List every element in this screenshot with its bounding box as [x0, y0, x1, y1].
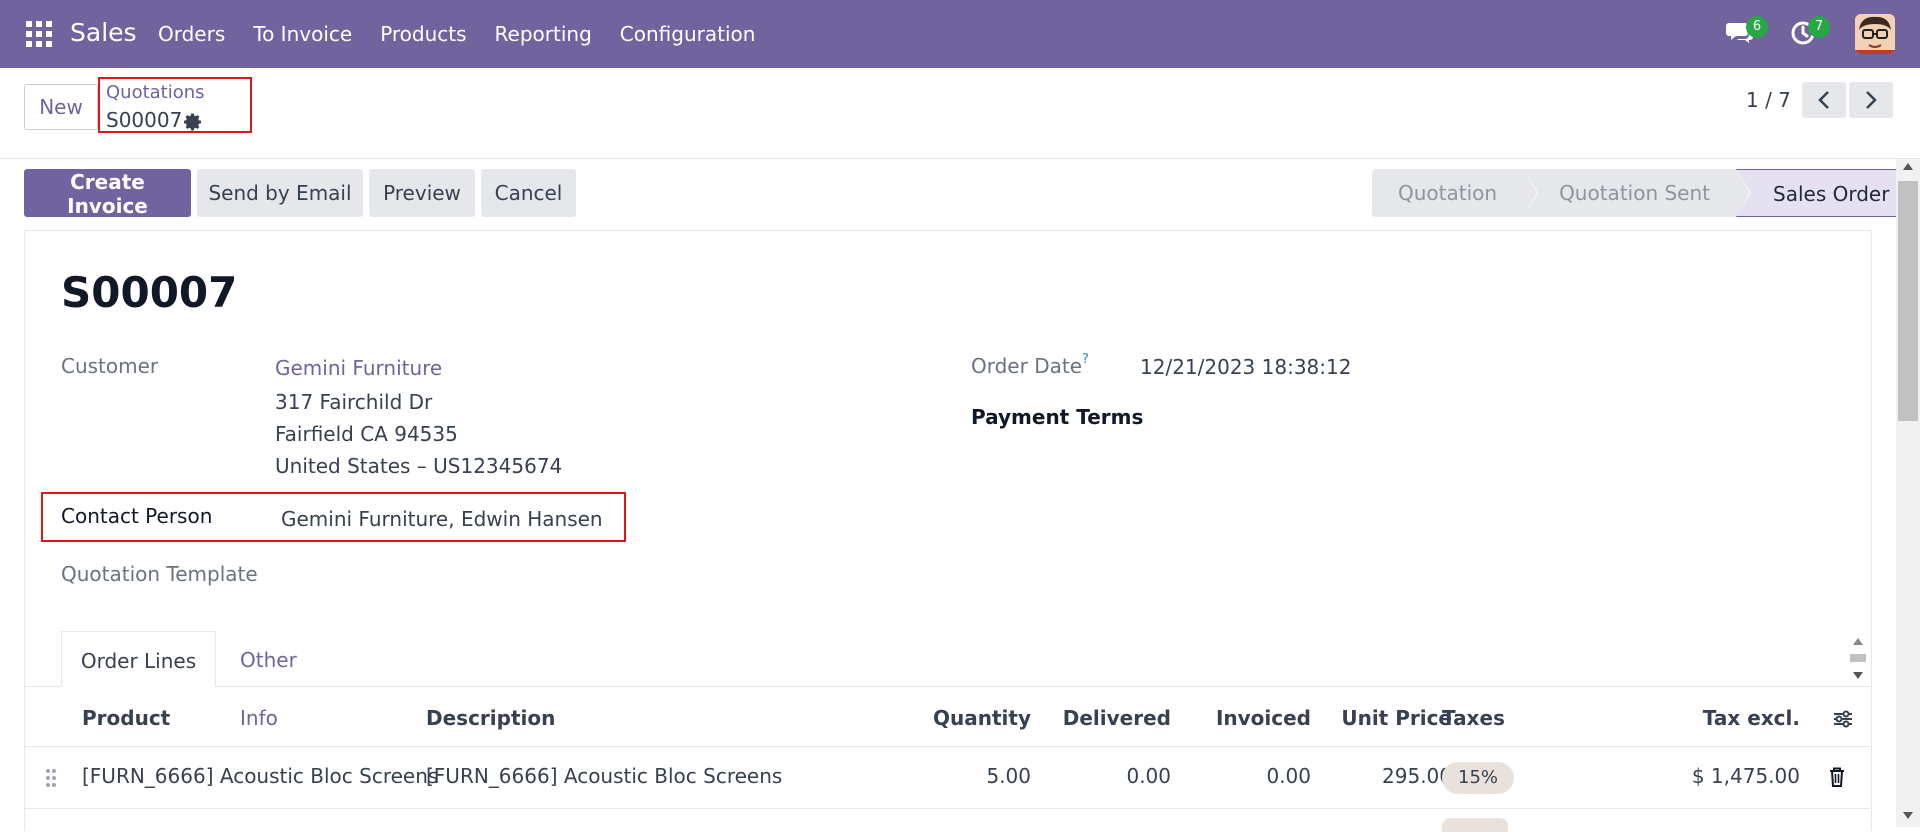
- preview-button[interactable]: Preview: [369, 169, 475, 217]
- cell-description[interactable]: [FURN_6666] Acoustic Bloc Screens: [426, 764, 782, 788]
- status-label: Quotation: [1398, 181, 1498, 205]
- send-by-email-button[interactable]: Send by Email: [197, 169, 363, 217]
- col-quantity[interactable]: Quantity: [933, 706, 1031, 730]
- user-avatar[interactable]: [1855, 14, 1895, 54]
- payment-terms-label: Payment Terms: [971, 405, 1144, 429]
- table-row[interactable]: [FURN_6666] Acoustic Bloc Screens [FURN_…: [24, 748, 1870, 809]
- pager-value[interactable]: 1 / 7: [1746, 88, 1791, 112]
- chevron-right-icon: [1866, 91, 1877, 109]
- address-line-2: Fairfield CA 94535: [275, 422, 458, 446]
- col-taxes[interactable]: Taxes: [1442, 706, 1505, 730]
- customer-link[interactable]: Gemini Furniture: [275, 356, 442, 380]
- col-product[interactable]: Product: [82, 706, 170, 730]
- tabs-divider: [24, 686, 1870, 687]
- col-invoiced[interactable]: Invoiced: [1216, 706, 1311, 730]
- optional-columns-icon[interactable]: [1832, 708, 1854, 730]
- cell-product[interactable]: [FURN_6666] Acoustic Bloc Screens: [82, 764, 438, 788]
- app-brand[interactable]: Sales: [70, 18, 137, 47]
- col-description[interactable]: Description: [426, 706, 555, 730]
- col-delivered[interactable]: Delivered: [1063, 706, 1171, 730]
- scroll-down-arrow[interactable]: [1903, 812, 1913, 819]
- cell-invoiced: 0.00: [1266, 764, 1311, 788]
- menu-to-invoice[interactable]: To Invoice: [253, 22, 352, 46]
- help-tooltip-icon[interactable]: ?: [1082, 352, 1089, 367]
- inner-scrollbar[interactable]: [1848, 634, 1868, 684]
- control-panel: New Quotations S00007 1 / 7: [0, 68, 1920, 159]
- drag-handle-icon[interactable]: [44, 768, 58, 788]
- pager-previous-button[interactable]: [1802, 82, 1846, 118]
- scroll-up-arrow[interactable]: [1903, 163, 1913, 170]
- cancel-button[interactable]: Cancel: [481, 169, 576, 217]
- status-sales-order[interactable]: Sales Order: [1736, 169, 1915, 217]
- col-unit-price[interactable]: Unit Price: [1341, 706, 1452, 730]
- breadcrumb-current: S00007: [106, 108, 183, 132]
- create-invoice-button[interactable]: Create Invoice: [24, 169, 191, 218]
- tax-badge[interactable]: 15%: [1442, 762, 1515, 794]
- tab-order-lines[interactable]: Order Lines: [61, 631, 216, 687]
- top-navbar: Sales Orders To Invoice Products Reporti…: [0, 0, 1920, 68]
- col-tax-excl[interactable]: Tax excl.: [1703, 706, 1800, 730]
- address-line-1: 317 Fairchild Dr: [275, 390, 433, 414]
- breadcrumb-quotations[interactable]: Quotations: [106, 82, 205, 103]
- trash-icon[interactable]: [1828, 766, 1846, 788]
- order-date-field[interactable]: 12/21/2023 18:38:12: [1140, 355, 1351, 379]
- contact-person-field[interactable]: Gemini Furniture, Edwin Hansen: [281, 507, 603, 531]
- status-label: Sales Order: [1773, 182, 1890, 206]
- menu-configuration[interactable]: Configuration: [620, 22, 756, 46]
- main-menu: Orders To Invoice Products Reporting Con…: [158, 22, 755, 46]
- order-date-label: Order Date: [971, 354, 1082, 378]
- status-quotation[interactable]: Quotation: [1372, 169, 1539, 217]
- status-label: Quotation Sent: [1559, 181, 1710, 205]
- cell-subtotal: $ 1,475.00: [1691, 764, 1800, 788]
- address-line-3: United States – US12345674: [275, 454, 563, 478]
- apps-grid-icon[interactable]: [26, 21, 52, 47]
- pager-next-button[interactable]: [1849, 82, 1893, 118]
- status-bar: Quotation Quotation Sent Sales Order: [1372, 169, 1915, 217]
- chat-badge: 6: [1746, 16, 1768, 38]
- cell-quantity[interactable]: 5.00: [986, 764, 1031, 788]
- menu-orders[interactable]: Orders: [158, 22, 225, 46]
- gear-icon[interactable]: [183, 112, 203, 132]
- menu-reporting[interactable]: Reporting: [495, 22, 592, 46]
- order-name: S00007: [61, 268, 238, 317]
- page-scroll-thumb[interactable]: [1898, 181, 1918, 421]
- new-button[interactable]: New: [24, 84, 98, 130]
- quotation-template-label: Quotation Template: [61, 562, 258, 586]
- next-row-tax-badge: [1442, 818, 1508, 832]
- activity-badge: 7: [1808, 16, 1830, 38]
- customer-label: Customer: [61, 354, 159, 378]
- cell-delivered[interactable]: 0.00: [1126, 764, 1171, 788]
- contact-person-label: Contact Person: [61, 504, 213, 528]
- menu-products[interactable]: Products: [380, 22, 466, 46]
- tab-other-info[interactable]: Other Info: [240, 631, 297, 730]
- order-lines-header: Product Description Quantity Delivered I…: [24, 690, 1870, 747]
- status-quotation-sent[interactable]: Quotation Sent: [1523, 169, 1751, 217]
- chevron-left-icon: [1818, 91, 1829, 109]
